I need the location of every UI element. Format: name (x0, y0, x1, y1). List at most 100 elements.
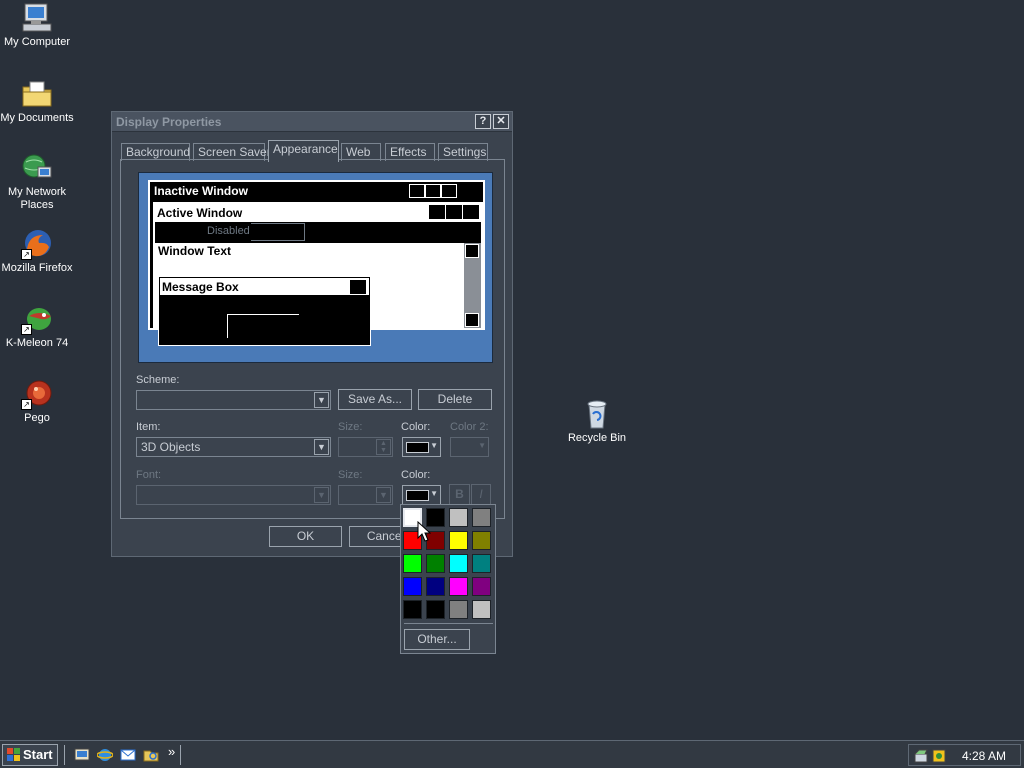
dialog-title: Display Properties (116, 115, 222, 129)
font-color-button[interactable]: ▼ (402, 485, 441, 505)
shortcut-arrow-icon: ↗ (21, 399, 32, 410)
desktop-icon-label: Recycle Bin (567, 432, 627, 444)
network-places-icon (21, 152, 53, 184)
desktop-icon-label: My Documents (0, 112, 74, 124)
preview-message-close-icon (350, 280, 366, 294)
font-combo[interactable]: ▼ (136, 485, 331, 505)
quick-launch-overflow[interactable]: » (168, 744, 175, 759)
font-size-label: Size: (338, 469, 363, 481)
preview-ok-button (227, 314, 299, 338)
appearance-preview: Inactive Window Active Window Disabled W… (138, 172, 493, 363)
system-tray: 4:28 AM (908, 744, 1021, 766)
other-color-button[interactable]: Other... (404, 629, 470, 650)
preview-active-max-icon (446, 205, 462, 219)
taskbar: Start » 4:28 AM (0, 740, 1024, 768)
preview-active-close-icon (463, 205, 479, 219)
item-color2-label: Color 2: (450, 421, 489, 433)
dialog-titlebar[interactable]: Display Properties ? ✕ (112, 112, 512, 132)
font-label: Font: (136, 469, 162, 481)
security-tray-icon[interactable] (931, 748, 947, 764)
chevron-down-icon: ▼ (430, 441, 438, 450)
item-combo[interactable]: 3D Objects ▼ (136, 437, 331, 457)
color-swatch (406, 442, 429, 453)
outlook-icon[interactable] (120, 747, 136, 763)
tab-appearance[interactable]: Appearance (268, 140, 339, 162)
desktop-icon[interactable] (74, 747, 90, 763)
color-swatch-cell[interactable] (426, 577, 445, 596)
preview-maximize-icon (425, 184, 441, 198)
desktop-icon-label: My Computer (3, 36, 71, 48)
save-as-button[interactable]: Save As... (338, 389, 412, 410)
font-color-label: Color: (401, 469, 431, 481)
spinner-arrows-icon[interactable]: ▲ ▼ (376, 439, 391, 455)
desktop-icon-mozilla-firefox[interactable]: ↗ Mozilla Firefox (0, 228, 74, 275)
color-swatch-cell[interactable] (449, 508, 468, 527)
item-size-label: Size: (338, 421, 363, 433)
preview-disabled-text: Disabled (207, 225, 250, 237)
toolbar-grip (64, 745, 66, 765)
item-size-spinner[interactable]: ▲ ▼ (338, 437, 393, 457)
desktop-icon-k-meleon[interactable]: ↗ K-Meleon 74 (0, 303, 74, 350)
desktop-icon-my-network-places[interactable]: My Network Places (0, 152, 74, 212)
shortcut-arrow-icon: ↗ (21, 249, 32, 260)
desktop-icon-pego[interactable]: ↗ Pego (0, 378, 74, 425)
color-swatch-cell[interactable] (426, 600, 445, 619)
recycle-bin-icon (581, 398, 613, 430)
start-button[interactable]: Start (2, 744, 58, 766)
italic-button[interactable]: I (471, 484, 491, 505)
help-button[interactable]: ? (475, 114, 491, 129)
item-label: Item: (136, 421, 161, 433)
color-swatch-cell[interactable] (449, 577, 468, 596)
item-color2-button[interactable]: ▼ (450, 437, 489, 457)
preview-scrollbar (464, 243, 481, 328)
firefox-icon: ↗ (21, 228, 53, 260)
clock: 4:28 AM (961, 749, 1006, 763)
start-label: Start (23, 747, 53, 762)
ok-button[interactable]: OK (269, 526, 342, 547)
preview-inactive-title: Inactive Window (154, 184, 248, 198)
color-swatch-cell[interactable] (403, 554, 422, 573)
chevron-down-icon[interactable]: ▼ (314, 392, 329, 408)
color-swatch-cell[interactable] (403, 577, 422, 596)
color-swatch-cell[interactable] (472, 600, 491, 619)
color-swatch-cell[interactable] (449, 600, 468, 619)
color-swatch-cell[interactable] (449, 554, 468, 573)
color-swatch-cell[interactable] (472, 531, 491, 550)
chevron-down-icon: ▼ (430, 489, 438, 498)
item-color-button[interactable]: ▼ (402, 437, 441, 457)
color-swatch-cell[interactable] (472, 577, 491, 596)
desktop-icon-label: Mozilla Firefox (1, 262, 73, 274)
chevron-down-icon[interactable]: ▼ (376, 487, 391, 503)
color-swatch-cell[interactable] (403, 600, 422, 619)
delete-button[interactable]: Delete (418, 389, 492, 410)
chevron-down-icon[interactable]: ▼ (314, 487, 329, 503)
desktop-icon-recycle-bin[interactable]: Recycle Bin (560, 398, 634, 445)
font-size-combo[interactable]: ▼ (338, 485, 393, 505)
desktop-icon-label: Pego (24, 412, 50, 424)
preview-message-box: Message Box (158, 276, 371, 346)
shortcut-arrow-icon: ↗ (21, 324, 32, 335)
close-button[interactable]: ✕ (493, 114, 509, 129)
item-color-label: Color: (401, 421, 431, 433)
scheme-combo[interactable]: ▼ (136, 390, 331, 410)
color-picker-popup: Other... (400, 504, 496, 654)
computer-icon (21, 2, 53, 34)
scheme-label: Scheme: (136, 374, 180, 386)
color-swatch-cell[interactable] (449, 531, 468, 550)
preview-active-title: Active Window (157, 206, 243, 220)
color-swatch-cell[interactable] (426, 554, 445, 573)
desktop-icon-my-computer[interactable]: My Computer (0, 2, 74, 49)
ie-icon[interactable] (97, 747, 113, 763)
bold-button[interactable]: B (449, 484, 470, 505)
preview-menu-divider (251, 223, 305, 241)
network-tray-icon[interactable] (913, 748, 929, 764)
desktop-icon-my-documents[interactable]: My Documents (0, 78, 74, 125)
chevron-down-icon[interactable]: ▼ (314, 439, 329, 455)
desktop-icon-label: My Network Places (7, 186, 67, 211)
preview-active-min-icon (429, 205, 445, 219)
color-swatch-cell[interactable] (472, 554, 491, 573)
item-value: 3D Objects (141, 440, 201, 454)
color-swatch-cell[interactable] (472, 508, 491, 527)
explorer-icon[interactable] (143, 747, 159, 763)
folder-documents-icon (21, 78, 53, 110)
